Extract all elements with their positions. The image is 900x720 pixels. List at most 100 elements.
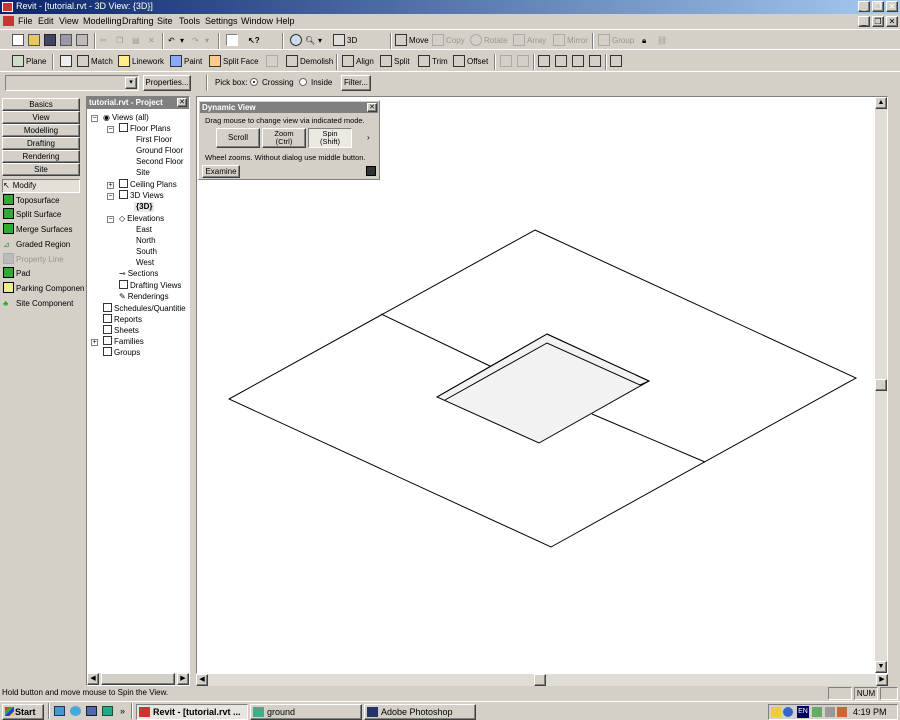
tree-ceiling-plans[interactable]: Ceiling Plans xyxy=(119,179,177,190)
save-view-icon[interactable] xyxy=(366,166,376,176)
tree-renderings[interactable]: ✎ Renderings xyxy=(119,292,169,302)
site-tool-split-surface[interactable]: Split Surface xyxy=(3,208,83,222)
canvas-vscroll-thumb[interactable] xyxy=(875,379,887,391)
select-all-icon[interactable] xyxy=(610,54,622,67)
group-button[interactable]: Group xyxy=(598,33,634,49)
zoom-dropdown-icon[interactable]: ▾ xyxy=(318,33,322,49)
tree-schedules[interactable]: Schedules/Quantitie xyxy=(103,303,186,314)
mirror-button[interactable]: Mirror xyxy=(553,33,588,49)
site-tool-site-component[interactable]: ♣ Site Component xyxy=(3,297,83,311)
outlook-launch-icon[interactable] xyxy=(102,706,113,716)
print-icon[interactable] xyxy=(76,33,88,46)
collapse-icon[interactable]: − xyxy=(107,126,114,133)
maximize-button[interactable]: ❐ xyxy=(872,1,884,12)
new-icon[interactable] xyxy=(12,33,24,46)
site-tool-property-line[interactable]: Property Line xyxy=(3,253,83,267)
thin-lines-icon[interactable] xyxy=(226,33,238,46)
doc-minimize-button[interactable]: _ xyxy=(858,16,870,27)
scroll-up-icon[interactable]: ▲ xyxy=(875,97,887,109)
tree-reports[interactable]: Reports xyxy=(103,314,142,325)
menu-view[interactable]: View xyxy=(59,16,78,26)
zoom-icon[interactable]: 🔍︎ xyxy=(305,33,315,49)
task-revit[interactable]: Revit - [tutorial.rvt ... xyxy=(136,704,248,720)
menu-help[interactable]: Help xyxy=(276,16,295,26)
tree-ground-floor[interactable]: Ground Floor xyxy=(136,146,183,156)
ungroup-icon[interactable]: ⛓︎ xyxy=(657,33,667,49)
tray-network-icon[interactable] xyxy=(783,707,793,717)
offset-button[interactable]: Offset xyxy=(453,54,488,70)
copy-clipboard-icon[interactable] xyxy=(538,54,550,67)
spin-mode-button[interactable]: Spin (Shift) xyxy=(308,128,352,148)
split-button[interactable]: Split xyxy=(380,54,410,70)
language-indicator[interactable]: EN xyxy=(797,706,809,718)
tree-3d-views[interactable]: 3D Views xyxy=(119,190,164,201)
chevron-down-icon[interactable]: ▾ xyxy=(125,77,137,89)
type-selector[interactable]: ▾ xyxy=(5,75,139,91)
site-tool-parking-component[interactable]: Parking Componen xyxy=(3,282,84,296)
tree-site[interactable]: Site xyxy=(136,168,150,178)
minimize-button[interactable]: _ xyxy=(858,1,870,12)
filter-button[interactable]: Filter... xyxy=(341,75,371,91)
site-tool-graded-region[interactable]: ⊿ Graded Region xyxy=(3,238,83,252)
task-ground[interactable]: ground xyxy=(250,704,362,720)
expand-icon[interactable]: + xyxy=(107,182,114,189)
start-button[interactable]: Start xyxy=(2,704,44,720)
browser-horizontal-scrollbar[interactable]: ◀ ▶ xyxy=(87,673,189,685)
rotate-button[interactable]: Rotate xyxy=(470,33,508,49)
paste-level-icon[interactable] xyxy=(589,54,601,67)
menu-edit[interactable]: Edit xyxy=(38,16,54,26)
tree-sheets[interactable]: Sheets xyxy=(103,325,139,336)
document-icon[interactable] xyxy=(3,16,14,26)
tray-app-icon[interactable] xyxy=(771,707,781,717)
tree-families[interactable]: Families xyxy=(103,336,144,347)
browser-close-button[interactable]: ✕ xyxy=(177,98,187,107)
tree-elevations[interactable]: ◇ Elevations xyxy=(119,214,164,224)
delete-icon[interactable]: ✕ xyxy=(148,33,155,49)
save-icon[interactable] xyxy=(44,33,56,46)
scroll-left-icon[interactable]: ◀ xyxy=(196,674,208,686)
work-plane-button[interactable]: Plane xyxy=(12,54,46,70)
tree-west[interactable]: West xyxy=(136,258,154,268)
cut-icon[interactable]: ✂ xyxy=(100,33,107,49)
desktop-launch-icon[interactable] xyxy=(86,706,97,716)
canvas-horizontal-scrollbar[interactable]: ◀ ▶ xyxy=(196,674,888,686)
view-canvas[interactable]: ▲ ▼ xyxy=(196,96,888,674)
tray-misc-icon[interactable] xyxy=(837,707,847,717)
tab-site[interactable]: Site xyxy=(2,163,80,176)
paste-icon[interactable]: ▤ xyxy=(132,33,140,49)
tab-rendering[interactable]: Rendering xyxy=(2,150,80,163)
menu-settings[interactable]: Settings xyxy=(205,16,238,26)
inside-radio[interactable] xyxy=(299,78,307,86)
pin-icon[interactable] xyxy=(500,54,512,67)
tree-east[interactable]: East xyxy=(136,225,152,235)
scroll-down-icon[interactable]: ▼ xyxy=(875,661,887,673)
paint-button[interactable]: Paint xyxy=(170,54,202,70)
quick-launch-icon[interactable] xyxy=(54,706,65,716)
canvas-vertical-scrollbar[interactable]: ▲ ▼ xyxy=(875,97,887,673)
speaker-icon[interactable] xyxy=(825,707,835,717)
doc-restore-button[interactable]: ❐ xyxy=(872,16,884,27)
menu-file[interactable]: File xyxy=(18,16,33,26)
menu-modelling[interactable]: Modelling xyxy=(83,16,122,26)
tab-basics[interactable]: Basics xyxy=(2,98,80,111)
tree-sections[interactable]: ⊸ Sections xyxy=(119,269,158,279)
demolish-button[interactable]: Demolish xyxy=(286,54,333,70)
tab-modelling[interactable]: Modelling xyxy=(2,124,80,137)
save-all-icon[interactable] xyxy=(60,33,72,46)
title-bar[interactable]: Revit - [tutorial.rvt - 3D View: {3D}] _… xyxy=(0,0,900,14)
match-button[interactable]: Match xyxy=(77,54,113,70)
menu-window[interactable]: Window xyxy=(241,16,273,26)
redo-icon[interactable]: ↷ xyxy=(192,33,199,49)
task-photoshop[interactable]: Adobe Photoshop xyxy=(364,704,476,720)
copy-button[interactable]: Copy xyxy=(432,33,465,49)
unpin-icon[interactable] xyxy=(517,54,529,67)
tab-view[interactable]: View xyxy=(2,111,80,124)
tree-drafting-views[interactable]: Drafting Views xyxy=(119,280,181,291)
trim-button[interactable]: Trim xyxy=(418,54,448,70)
paste-aligned-icon[interactable] xyxy=(555,54,567,67)
measure-icon[interactable] xyxy=(60,54,72,67)
tree-first-floor[interactable]: First Floor xyxy=(136,135,172,145)
revit-app-icon[interactable] xyxy=(2,2,13,12)
site-tool-toposurface[interactable]: Toposurface xyxy=(3,194,83,208)
default-3d-view-button[interactable]: 3D xyxy=(333,33,357,49)
